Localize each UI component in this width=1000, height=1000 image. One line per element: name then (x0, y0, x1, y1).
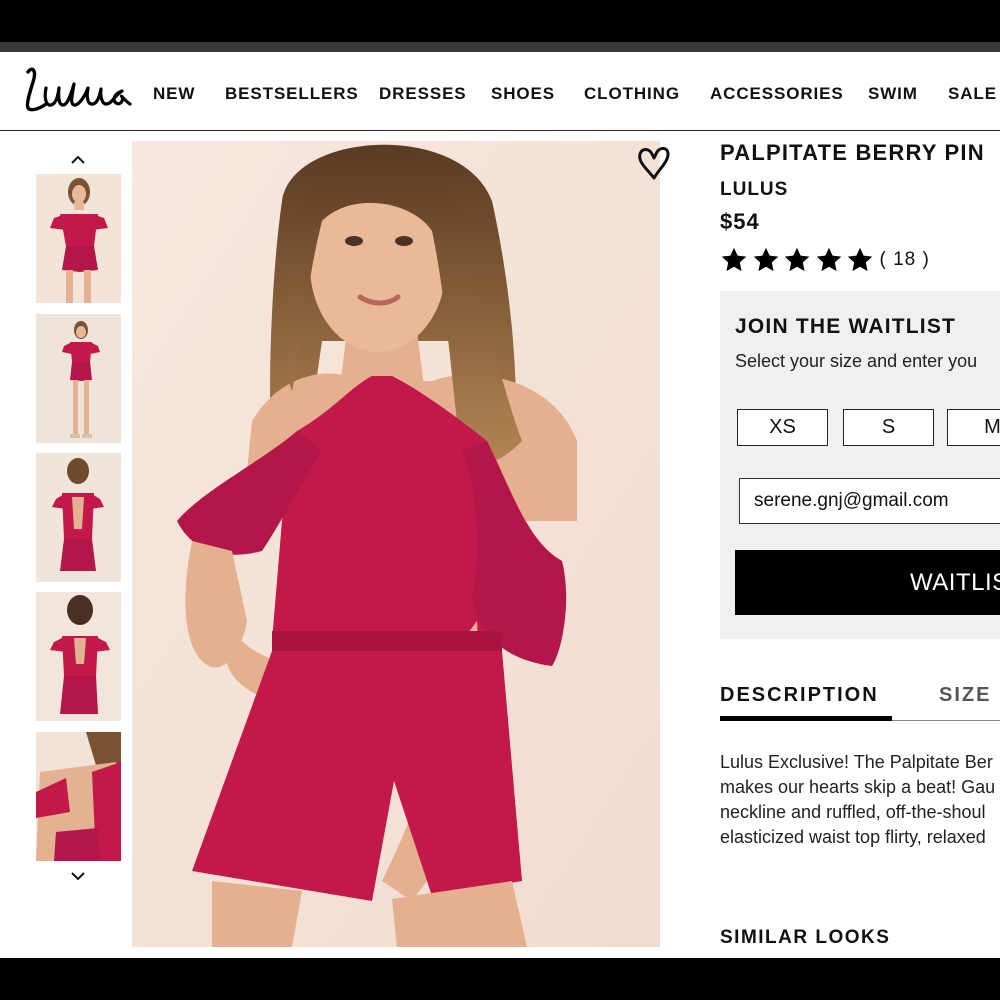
tab-size[interactable]: SIZE (939, 684, 991, 707)
chevron-down-icon[interactable] (66, 868, 90, 884)
browser-toolbar-edge (0, 42, 1000, 52)
product-page: NEW BESTSELLERS DRESSES SHOES CLOTHING A… (0, 52, 1000, 958)
size-button-s[interactable]: S (843, 409, 934, 446)
main-product-image[interactable] (132, 141, 660, 947)
thumbnail-back-open[interactable] (36, 453, 121, 582)
thumbnail-back-tie[interactable] (36, 592, 121, 721)
email-field[interactable] (739, 478, 1000, 524)
site-header: NEW BESTSELLERS DRESSES SHOES CLOTHING A… (0, 52, 1000, 131)
star-icon (784, 247, 810, 272)
star-icon (847, 247, 873, 272)
tab-description[interactable]: DESCRIPTION (720, 684, 879, 707)
tab-active-indicator (720, 716, 892, 721)
waitlist-panel: JOIN THE WAITLIST Select your size and e… (720, 291, 1000, 639)
waitlist-button[interactable]: WAITLIS (735, 550, 1000, 615)
description-line: makes our hearts skip a beat! Gau (720, 777, 996, 797)
product-description: Lulus Exclusive! The Palpitate Ber makes… (720, 750, 1000, 850)
star-icon (753, 247, 778, 272)
description-line: Lulus Exclusive! The Palpitate Ber (720, 752, 993, 772)
nav-item-bestsellers[interactable]: BESTSELLERS (225, 84, 359, 104)
nav-item-dresses[interactable]: DRESSES (379, 84, 467, 104)
rating-count[interactable]: ( 18 ) (880, 249, 930, 271)
similar-looks-title: SIMILAR LOOKS (720, 927, 891, 948)
product-title: PALPITATE BERRY PIN (720, 140, 985, 165)
thumbnail-full-body[interactable] (36, 314, 121, 443)
nav-item-shoes[interactable]: SHOES (491, 84, 555, 104)
description-line: elasticized waist top flirty, relaxed (720, 827, 986, 847)
browser-top-bar (0, 0, 1000, 42)
waitlist-instructions: Select your size and enter you (735, 351, 978, 371)
size-button-m[interactable]: M (947, 409, 1000, 446)
star-icon (816, 247, 841, 272)
thumbnail-front[interactable] (36, 174, 121, 303)
browser-bottom-bar (0, 958, 1000, 1000)
heart-icon[interactable] (634, 144, 674, 184)
chevron-up-icon[interactable] (66, 152, 90, 168)
product-price: $54 (720, 209, 760, 234)
thumbnail-back-detail[interactable] (36, 732, 121, 861)
nav-item-sale[interactable]: SALE (948, 84, 997, 104)
star-icon (721, 247, 747, 272)
nav-item-clothing[interactable]: CLOTHING (584, 84, 680, 104)
main-nav: NEW BESTSELLERS DRESSES SHOES CLOTHING A… (0, 52, 1000, 130)
size-button-xs[interactable]: XS (737, 409, 828, 446)
product-brand[interactable]: LULUS (720, 179, 788, 201)
nav-item-accessories[interactable]: ACCESSORIES (710, 84, 844, 104)
nav-item-new[interactable]: NEW (153, 84, 195, 104)
description-line: neckline and ruffled, off-the-shoul (720, 802, 986, 822)
nav-item-swim[interactable]: SWIM (868, 84, 918, 104)
waitlist-title: JOIN THE WAITLIST (735, 315, 957, 338)
product-rating[interactable]: ( 18 ) (720, 246, 930, 274)
tab-divider (892, 720, 1000, 721)
